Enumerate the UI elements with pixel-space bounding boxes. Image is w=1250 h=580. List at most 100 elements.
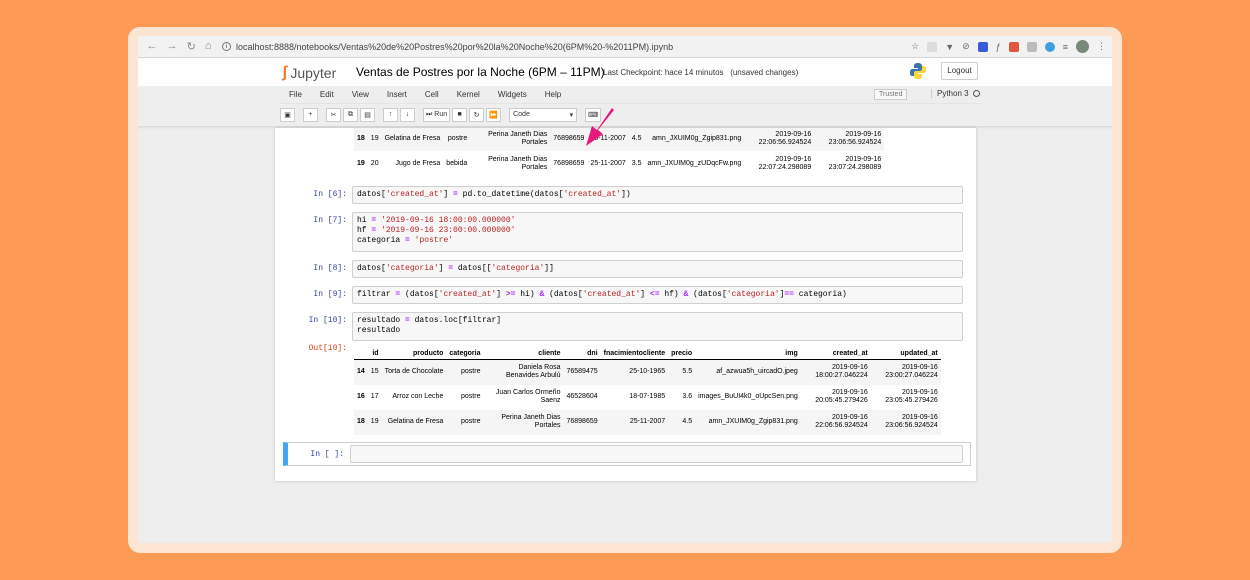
restart-icon[interactable]: ↻ xyxy=(469,107,485,122)
stop-icon[interactable]: ■ xyxy=(452,107,468,122)
cut-icon[interactable]: ✂ xyxy=(326,107,341,122)
empty-code-cell[interactable]: In [ ]: xyxy=(283,442,971,466)
jupyter-logo[interactable]: ʃ Jupyter xyxy=(282,64,336,82)
arrow-pointer-icon xyxy=(586,108,614,146)
table-cell: 16 xyxy=(357,393,365,400)
table-cell: 2019-09-16 23:07:24.298089 xyxy=(828,155,882,171)
kernel-name: Python 3 xyxy=(937,89,969,98)
cell-type-select[interactable]: Code ▾ xyxy=(509,107,578,122)
move-down-icon[interactable]: ↓ xyxy=(400,107,415,122)
column-header: precio xyxy=(668,348,696,360)
cell-code[interactable]: datos['created_at'] = pd.to_datetime(dat… xyxy=(352,186,963,204)
cell-prompt: In [6]: xyxy=(313,190,347,199)
paste-icon[interactable]: ▤ xyxy=(360,107,375,122)
menu-widgets[interactable]: Widgets xyxy=(498,90,527,99)
table-cell: postre xyxy=(461,418,481,425)
table-cell: 2019-09-16 23:05:45.279426 xyxy=(885,389,938,404)
column-header: img xyxy=(695,348,801,360)
table-cell: 25-11-2007 xyxy=(629,418,666,425)
reload-icon[interactable]: ↻ xyxy=(187,40,196,53)
column-header: dni xyxy=(563,348,601,360)
home-icon[interactable]: ⌂ xyxy=(205,40,212,53)
cell-prompt: In [9]: xyxy=(313,290,347,299)
add-cell-icon[interactable]: + xyxy=(303,107,318,122)
jupyter-header: ʃ Jupyter Ventas de Postres por la Noche… xyxy=(138,58,1112,86)
table-cell: 19 xyxy=(370,418,379,425)
jupyter-logo-text: Jupyter xyxy=(290,65,337,81)
extension-icon[interactable] xyxy=(1026,41,1037,52)
table-cell: Gelatina de Fresa xyxy=(387,418,444,425)
cell-prompt: In [8]: xyxy=(313,264,347,273)
table-cell: 5.5 xyxy=(682,368,693,376)
table-cell: 18 xyxy=(357,134,365,142)
menu-view[interactable]: View xyxy=(352,90,369,99)
table-row: 19 20 Jugo de Fresa bebida Perina Janeth Dia… xyxy=(354,151,884,176)
cell-code[interactable]: filtrar = (datos['created_at'] >= hi) & … xyxy=(352,286,963,304)
copy-icon[interactable]: ⧉ xyxy=(343,107,358,122)
menu-cell[interactable]: Cell xyxy=(425,90,439,99)
kernel-indicator: Python 3 xyxy=(931,89,980,98)
notebook-title[interactable]: Ventas de Postres por la Noche (6PM – 11… xyxy=(356,65,605,79)
cell-prompt: In [10]: xyxy=(308,316,347,325)
table-cell: 76898659 xyxy=(553,159,585,167)
trusted-badge[interactable]: Trusted xyxy=(874,89,908,100)
table-cell: 25-10-1965 xyxy=(629,368,666,376)
move-up-icon[interactable]: ↑ xyxy=(383,107,398,122)
column-header: id xyxy=(367,348,382,360)
extension-icon[interactable] xyxy=(1008,41,1019,52)
info-icon[interactable]: i xyxy=(222,42,231,51)
cell-code[interactable]: hi = '2019-09-16 18:00:00.000000' hf = '… xyxy=(352,212,963,252)
logout-button[interactable]: Logout xyxy=(941,62,978,80)
menu-file[interactable]: File xyxy=(289,90,302,99)
star-icon[interactable]: ☆ xyxy=(911,41,919,52)
run-label: Run xyxy=(434,111,448,118)
python-logo-icon xyxy=(910,63,926,79)
table-cell: 2019-09-16 23:06:56.924524 xyxy=(828,130,882,146)
extension-icon[interactable] xyxy=(977,41,988,52)
menu-insert[interactable]: Insert xyxy=(387,90,407,99)
menu-help[interactable]: Help xyxy=(545,90,561,99)
run-icon: ⏭ xyxy=(426,110,433,118)
extensions-bar: ☆ ▼ ⊘ ƒ ≡ ⋮ xyxy=(911,40,1112,53)
table-cell: 76898659 xyxy=(566,418,598,425)
menu-kernel[interactable]: Kernel xyxy=(457,90,480,99)
run-button[interactable]: ⏭ Run xyxy=(423,107,451,122)
unsaved-text: (unsaved changes) xyxy=(730,68,799,77)
save-icon[interactable]: ▣ xyxy=(280,107,295,122)
output-prompt: Out[10]: xyxy=(308,344,347,353)
back-icon[interactable]: ← xyxy=(147,40,158,53)
table-cell: 19 xyxy=(357,159,365,167)
table-cell: amn_JXUIM0g_Zgip831.png xyxy=(652,134,742,142)
menu-dots-icon[interactable]: ⋮ xyxy=(1097,41,1106,52)
vpn-icon[interactable]: ▼ xyxy=(945,42,954,52)
result-dataframe: id producto categoria cliente dni fnacimiento… xyxy=(354,348,941,435)
table-cell: 3.5 xyxy=(631,159,642,167)
checkpoint-text: Last Checkpoint: hace 14 minutos xyxy=(603,68,724,77)
column-header xyxy=(354,348,368,360)
notebook-container: 18 19 Gelatina de Fresa postre Perina Janeth… xyxy=(275,128,976,481)
table-cell: 76589475 xyxy=(566,368,598,376)
extension-icon[interactable] xyxy=(927,41,938,52)
table-cell: 3.6 xyxy=(682,393,693,400)
avatar[interactable] xyxy=(1076,40,1089,53)
checkpoint-status: Last Checkpoint: hace 14 minutos (unsave… xyxy=(603,68,798,77)
table-cell: Gelatina de Fresa xyxy=(384,134,441,142)
table-cell: af_azwua5h_uircadO.jpeg xyxy=(716,368,798,376)
table-cell: Daniela Rosa Benavides Arbulú xyxy=(506,364,561,380)
table-cell: 4.5 xyxy=(631,134,642,142)
menu-edit[interactable]: Edit xyxy=(320,90,334,99)
table-cell: 18-07-1985 xyxy=(629,393,666,400)
globe-icon[interactable] xyxy=(1044,41,1055,52)
table-row: 14 15 Torta de Chocolate postre Daniela Rosa… xyxy=(354,359,941,385)
address-bar[interactable]: i localhost:8888/notebooks/Ventas%20de%2… xyxy=(222,42,911,52)
list-icon[interactable]: ≡ xyxy=(1063,42,1068,52)
cell-code[interactable]: datos['categoria'] = datos[['categoria']… xyxy=(352,260,963,278)
cell-code[interactable]: resultado = datos.loc[filtrar] resultado xyxy=(352,312,963,341)
column-header: categoria xyxy=(446,348,484,360)
cell-prompt: In [7]: xyxy=(313,216,347,225)
formula-icon[interactable]: ƒ xyxy=(996,42,1001,52)
forward-icon[interactable]: → xyxy=(167,40,178,53)
cell-code-input[interactable] xyxy=(350,445,963,463)
fast-forward-icon[interactable]: ⏩ xyxy=(486,107,502,122)
block-icon[interactable]: ⊘ xyxy=(962,41,970,52)
